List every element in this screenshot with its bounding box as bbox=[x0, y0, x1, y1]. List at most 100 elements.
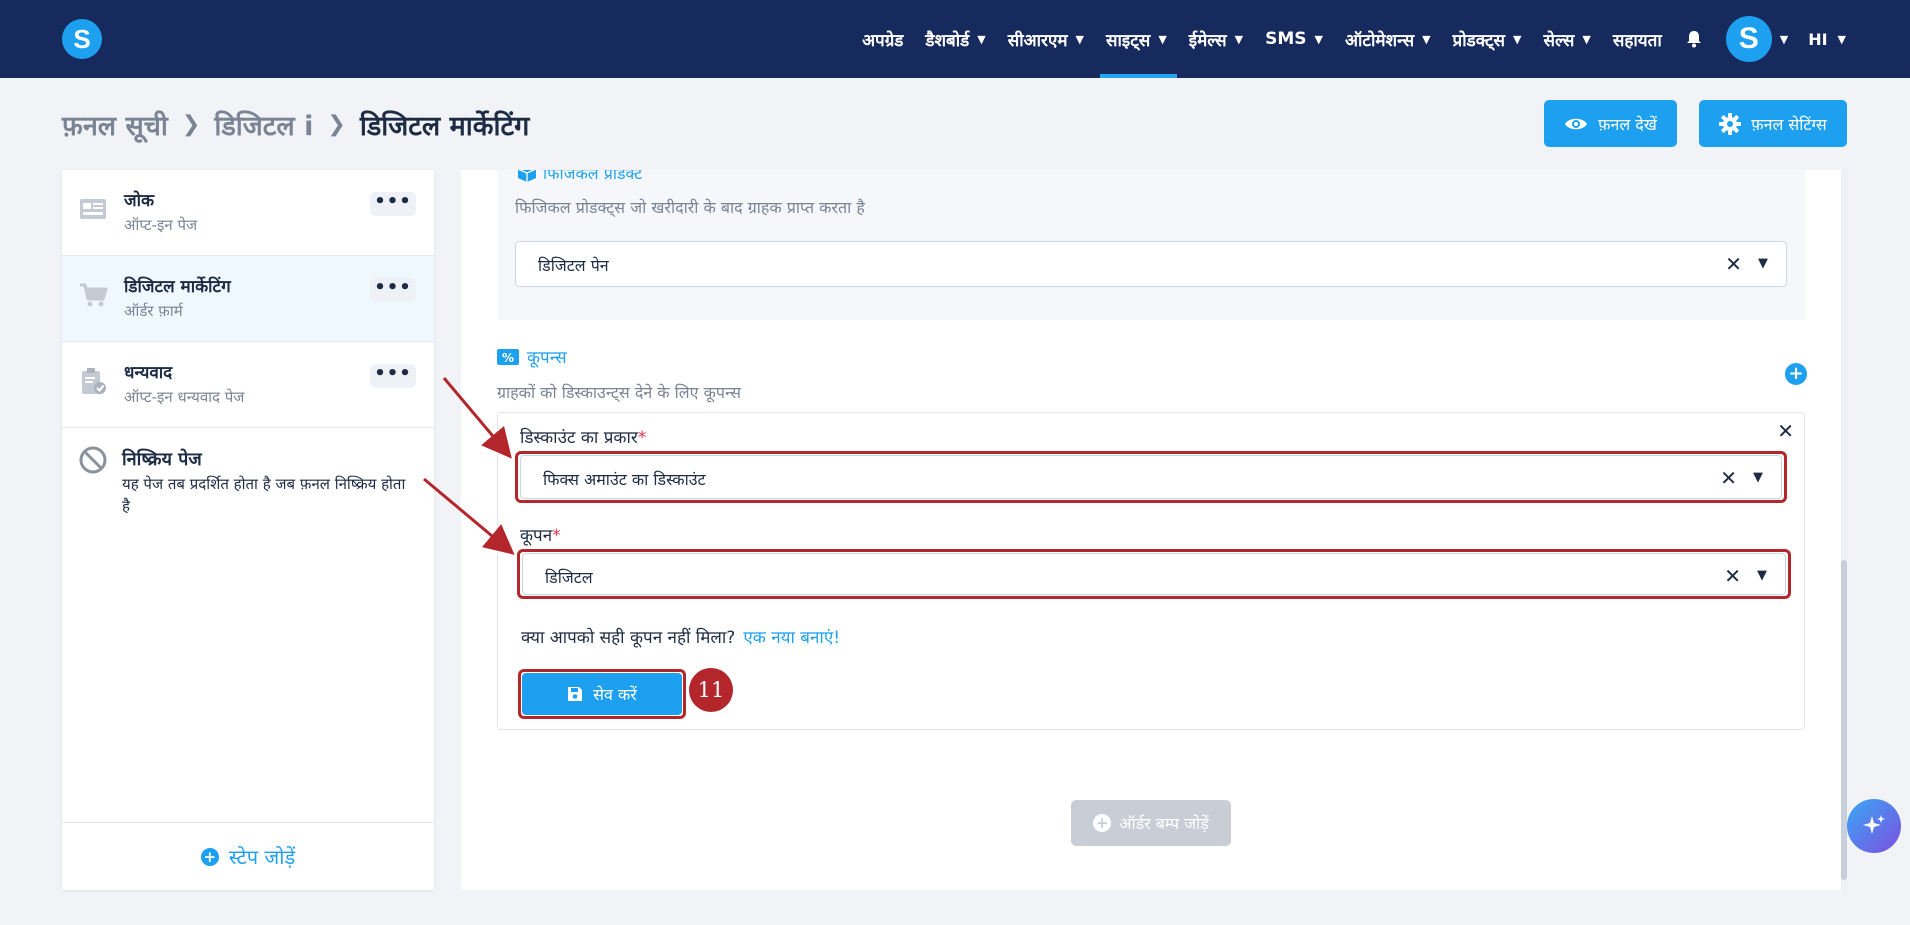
bell-icon[interactable] bbox=[1684, 29, 1704, 49]
chevron-right-icon: ❯ bbox=[327, 112, 346, 137]
more-options-button[interactable]: ••• bbox=[370, 278, 416, 302]
chevron-down-icon: ▼ bbox=[1422, 32, 1431, 46]
discount-type-label: डिस्काउंट का प्रकार* bbox=[520, 425, 646, 448]
physical-product-heading: फिजिकल प्रोडक्ट bbox=[517, 170, 642, 184]
more-options-button[interactable]: ••• bbox=[370, 192, 416, 216]
add-coupon-icon[interactable]: + bbox=[1785, 363, 1807, 385]
inactive-page-description: यह पेज तब प्रदर्शित होता है जब फ़नल निष्… bbox=[122, 475, 406, 515]
eye-icon bbox=[1565, 118, 1588, 129]
nav-menu: अपग्रेड डैशबोर्ड ▼ सीआरएम ▼ साइट्स ▼ ईमेल्स… bbox=[840, 0, 1846, 78]
breadcrumb: फ़नल सूची ❯ डिजिटल i ❯ डिजिटल मार्केटिंग bbox=[62, 106, 529, 143]
step-item-digital-marketing[interactable]: डिजिटल मार्केटिंग ऑर्डर फ़ार्म ••• bbox=[62, 256, 434, 342]
chevron-down-icon: ▼ bbox=[1513, 32, 1522, 46]
required-mark: * bbox=[637, 428, 647, 448]
physical-product-section: फिजिकल प्रोडक्ट फिजिकल प्रोडक्ट्स जो खरी… bbox=[497, 170, 1805, 320]
step-item-joke[interactable]: जोक ऑप्ट-इन पेज ••• bbox=[62, 170, 434, 256]
step-title: जोक bbox=[124, 191, 155, 211]
nav-item-label: साइट्स bbox=[1106, 30, 1151, 51]
gear-icon bbox=[1719, 112, 1742, 135]
coupon-not-found-text: क्या आपको सही कूपन नहीं मिला? bbox=[521, 628, 736, 648]
coupon-value: डिजिटल bbox=[545, 568, 593, 587]
funnel-settings-label: फ़नल सेटिंग्स bbox=[1751, 114, 1827, 134]
coupons-heading: % कूपन्स bbox=[497, 345, 567, 368]
clear-icon[interactable]: ✕ bbox=[1724, 564, 1741, 588]
physical-product-select[interactable]: डिजिटल पेन ✕ ▼ bbox=[515, 241, 1787, 287]
chevron-down-icon[interactable]: ▼ bbox=[1753, 470, 1763, 485]
coupon-icon: % bbox=[497, 348, 519, 365]
chevron-down-icon[interactable]: ▼ bbox=[1757, 568, 1767, 583]
physical-product-title: फिजिकल प्रोडक्ट bbox=[543, 170, 643, 183]
breadcrumb-funnel-list[interactable]: फ़नल सूची bbox=[62, 106, 168, 143]
scrollbar-thumb[interactable] bbox=[1841, 560, 1847, 880]
breadcrumb-funnel[interactable]: डिजिटल i bbox=[214, 106, 313, 143]
physical-product-description: फिजिकल प्रोडक्ट्स जो खरीदारी के बाद ग्रा… bbox=[515, 198, 865, 217]
nav-item-label: ईमेल्स bbox=[1188, 30, 1227, 51]
chevron-down-icon[interactable]: ▼ bbox=[1838, 33, 1846, 46]
step-subtitle: ऑर्डर फ़ार्म bbox=[124, 302, 183, 320]
chevron-down-icon: ▼ bbox=[977, 32, 986, 46]
chevron-down-icon[interactable]: ▼ bbox=[1758, 256, 1768, 271]
step-item-thank-you[interactable]: धन्यवाद ऑप्ट-इन धन्यवाद पेज ••• bbox=[62, 342, 434, 428]
discount-type-select[interactable]: फिक्स अमाउंट का डिस्काउंट ✕ ▼ bbox=[520, 455, 1782, 499]
funnel-steps-sidebar: जोक ऑप्ट-इन पेज ••• डिजिटल मार्केटिंग ऑर… bbox=[62, 170, 434, 890]
clear-icon[interactable]: ✕ bbox=[1720, 466, 1737, 490]
nav-item-label: ऑटोमेशन्स bbox=[1345, 30, 1415, 51]
add-order-bump-label: ऑर्डर बम्प जोड़ें bbox=[1119, 814, 1209, 833]
add-order-bump-button[interactable]: + ऑर्डर बम्प जोड़ें bbox=[1071, 800, 1231, 846]
inactive-page-title[interactable]: निष्क्रिय पेज bbox=[122, 447, 202, 471]
nav-item-crm[interactable]: सीआरएम ▼ bbox=[1008, 0, 1084, 78]
add-step-label: स्टेप जोड़ें bbox=[228, 845, 296, 869]
discount-type-label-text: डिस्काउंट का प्रकार bbox=[520, 428, 638, 448]
app-logo[interactable]: S bbox=[62, 19, 102, 59]
step-title: धन्यवाद bbox=[124, 363, 173, 383]
box-icon bbox=[518, 170, 536, 182]
chevron-right-icon: ❯ bbox=[181, 112, 201, 137]
nav-item-label: सीआरएम bbox=[1007, 30, 1068, 51]
nav-item-label: सेल्स bbox=[1543, 30, 1575, 51]
nav-item-upgrade[interactable]: अपग्रेड bbox=[862, 0, 903, 78]
nav-item-label: डैशबोर्ड bbox=[925, 30, 970, 51]
clear-icon[interactable]: ✕ bbox=[1725, 252, 1742, 276]
nav-item-sites[interactable]: साइट्स ▼ bbox=[1100, 0, 1177, 78]
funnel-settings-button[interactable]: फ़नल सेटिंग्स bbox=[1699, 100, 1847, 147]
nav-item-dashboard[interactable]: डैशबोर्ड ▼ bbox=[925, 0, 985, 78]
physical-product-value: डिजिटल पेन bbox=[538, 256, 609, 275]
view-funnel-label: फ़नल देखें bbox=[1598, 114, 1657, 134]
chevron-down-icon[interactable]: ▼ bbox=[1780, 33, 1788, 46]
nav-item-help[interactable]: सहायता bbox=[1613, 0, 1662, 78]
coupon-select[interactable]: डिजिटल ✕ ▼ bbox=[522, 553, 1786, 595]
save-button[interactable]: सेव करें bbox=[522, 673, 682, 715]
step-subtitle: ऑप्ट-इन धन्यवाद पेज bbox=[124, 388, 245, 406]
nav-item-label: SMS bbox=[1265, 29, 1307, 49]
view-funnel-button[interactable]: फ़नल देखें bbox=[1544, 100, 1677, 147]
discount-type-value: फिक्स अमाउंट का डिस्काउंट bbox=[543, 470, 706, 489]
more-options-button[interactable]: ••• bbox=[370, 364, 416, 388]
sparkle-icon bbox=[1863, 815, 1885, 834]
nav-item-sales[interactable]: सेल्स ▼ bbox=[1544, 0, 1591, 78]
close-icon[interactable]: ✕ bbox=[1777, 419, 1794, 443]
nav-item-products[interactable]: प्रोडक्ट्स ▼ bbox=[1453, 0, 1522, 78]
nav-item-emails[interactable]: ईमेल्स ▼ bbox=[1189, 0, 1243, 78]
svg-text:%: % bbox=[502, 351, 514, 365]
plus-circle-icon: + bbox=[200, 847, 219, 866]
step-title: डिजिटल मार्केटिंग bbox=[124, 277, 231, 297]
nav-item-label: अपग्रेड bbox=[862, 30, 904, 51]
coupon-label-text: कूपन bbox=[520, 526, 553, 546]
blocked-icon bbox=[79, 446, 107, 474]
create-new-coupon-link[interactable]: एक नया बनाएं! bbox=[743, 628, 840, 648]
language-selector[interactable]: HI bbox=[1808, 30, 1827, 49]
nav-item-sms[interactable]: SMS ▼ bbox=[1265, 0, 1323, 78]
coupons-title: कूपन्स bbox=[527, 348, 567, 368]
step-settings-panel: फिजिकल प्रोडक्ट फिजिकल प्रोडक्ट्स जो खरी… bbox=[461, 170, 1847, 890]
step-subtitle: ऑप्ट-इन पेज bbox=[124, 216, 198, 234]
chevron-down-icon: ▼ bbox=[1158, 32, 1167, 46]
save-button-label: सेव करें bbox=[593, 685, 637, 704]
plus-circle-icon: + bbox=[1093, 814, 1112, 832]
top-navbar: S अपग्रेड डैशबोर्ड ▼ सीआरएम ▼ साइट्स ▼ ईमेल… bbox=[0, 0, 1910, 78]
step-number-badge: 11 bbox=[689, 668, 733, 712]
add-step-button[interactable]: + स्टेप जोड़ें bbox=[62, 822, 434, 890]
nav-item-automations[interactable]: ऑटोमेशन्स ▼ bbox=[1345, 0, 1431, 78]
optin-page-icon bbox=[80, 199, 106, 219]
avatar[interactable]: S bbox=[1725, 16, 1772, 62]
ai-assistant-button[interactable] bbox=[1847, 799, 1901, 853]
